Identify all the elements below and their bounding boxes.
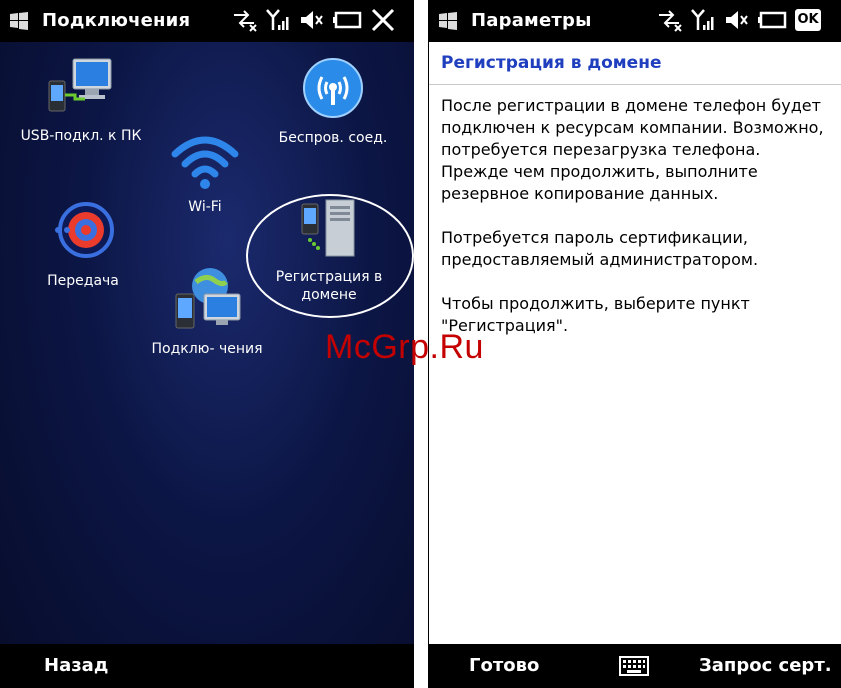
title-bar: Параметры OK: [429, 0, 841, 42]
volume-muted-icon: [301, 11, 323, 29]
item-label: Беспров. соед.: [278, 130, 388, 146]
done-softkey[interactable]: Готово: [469, 655, 539, 676]
page-content: Регистрация в домене После регистрации в…: [429, 42, 841, 337]
battery-icon: [333, 11, 362, 29]
connections-item[interactable]: Подклю- чения: [148, 264, 266, 358]
usb-connection-item[interactable]: USB-подкл. к ПК: [16, 55, 146, 145]
ok-label: OK: [797, 12, 819, 27]
signal-strength-icon: [691, 9, 714, 30]
connectivity-icon: [659, 10, 682, 32]
domain-enrollment-item[interactable]: Регистрация в домене: [262, 196, 396, 304]
windows-start-icon[interactable]: [8, 10, 30, 32]
close-icon[interactable]: [370, 8, 396, 32]
battery-icon: [758, 11, 787, 29]
connectivity-icon: [234, 10, 257, 32]
ok-button[interactable]: OK: [795, 9, 821, 31]
wifi-icon: [171, 136, 239, 189]
page-title: Параметры: [471, 10, 592, 31]
info-paragraph: После регистрации в домене телефон будет…: [441, 96, 824, 203]
watermark: McGrp.Ru: [325, 328, 484, 366]
internet-connections-icon: [175, 268, 241, 329]
wireless-item[interactable]: Беспров. соед.: [268, 55, 398, 147]
signal-strength-icon: [266, 9, 289, 30]
info-paragraph: Чтобы продолжить, выберите пункт "Регист…: [441, 294, 750, 335]
domain-server-icon: [301, 199, 355, 257]
item-label: Передача: [47, 273, 119, 289]
usb-pc-icon: [48, 58, 112, 112]
volume-muted-icon: [726, 11, 748, 29]
beam-item[interactable]: Передача: [24, 200, 142, 290]
item-label: Регистрация в домене: [275, 269, 383, 303]
beam-transfer-icon: [55, 202, 114, 258]
request-certificate-softkey[interactable]: Запрос серт.: [699, 655, 832, 676]
windows-start-icon[interactable]: [437, 10, 459, 32]
softkey-bar: Готово Запрос серт.: [429, 644, 841, 688]
softkey-bar: Назад: [0, 644, 414, 688]
info-paragraph: Потребуется пароль сертификации, предост…: [441, 228, 759, 269]
page-title: Подключения: [42, 10, 191, 31]
item-label: USB-подкл. к ПК: [20, 128, 142, 144]
back-softkey[interactable]: Назад: [44, 655, 108, 676]
title-bar: Подключения: [0, 0, 414, 42]
wireless-broadcast-icon: [303, 58, 363, 118]
wifi-item[interactable]: Wi-Fi: [160, 130, 250, 216]
item-label: Подклю- чения: [151, 341, 263, 357]
keyboard-icon[interactable]: [619, 656, 649, 676]
item-label: Wi-Fi: [188, 199, 222, 215]
settings-screen: Параметры OK Регистрация в домене После …: [428, 0, 841, 688]
section-title: Регистрация в домене: [429, 42, 841, 85]
